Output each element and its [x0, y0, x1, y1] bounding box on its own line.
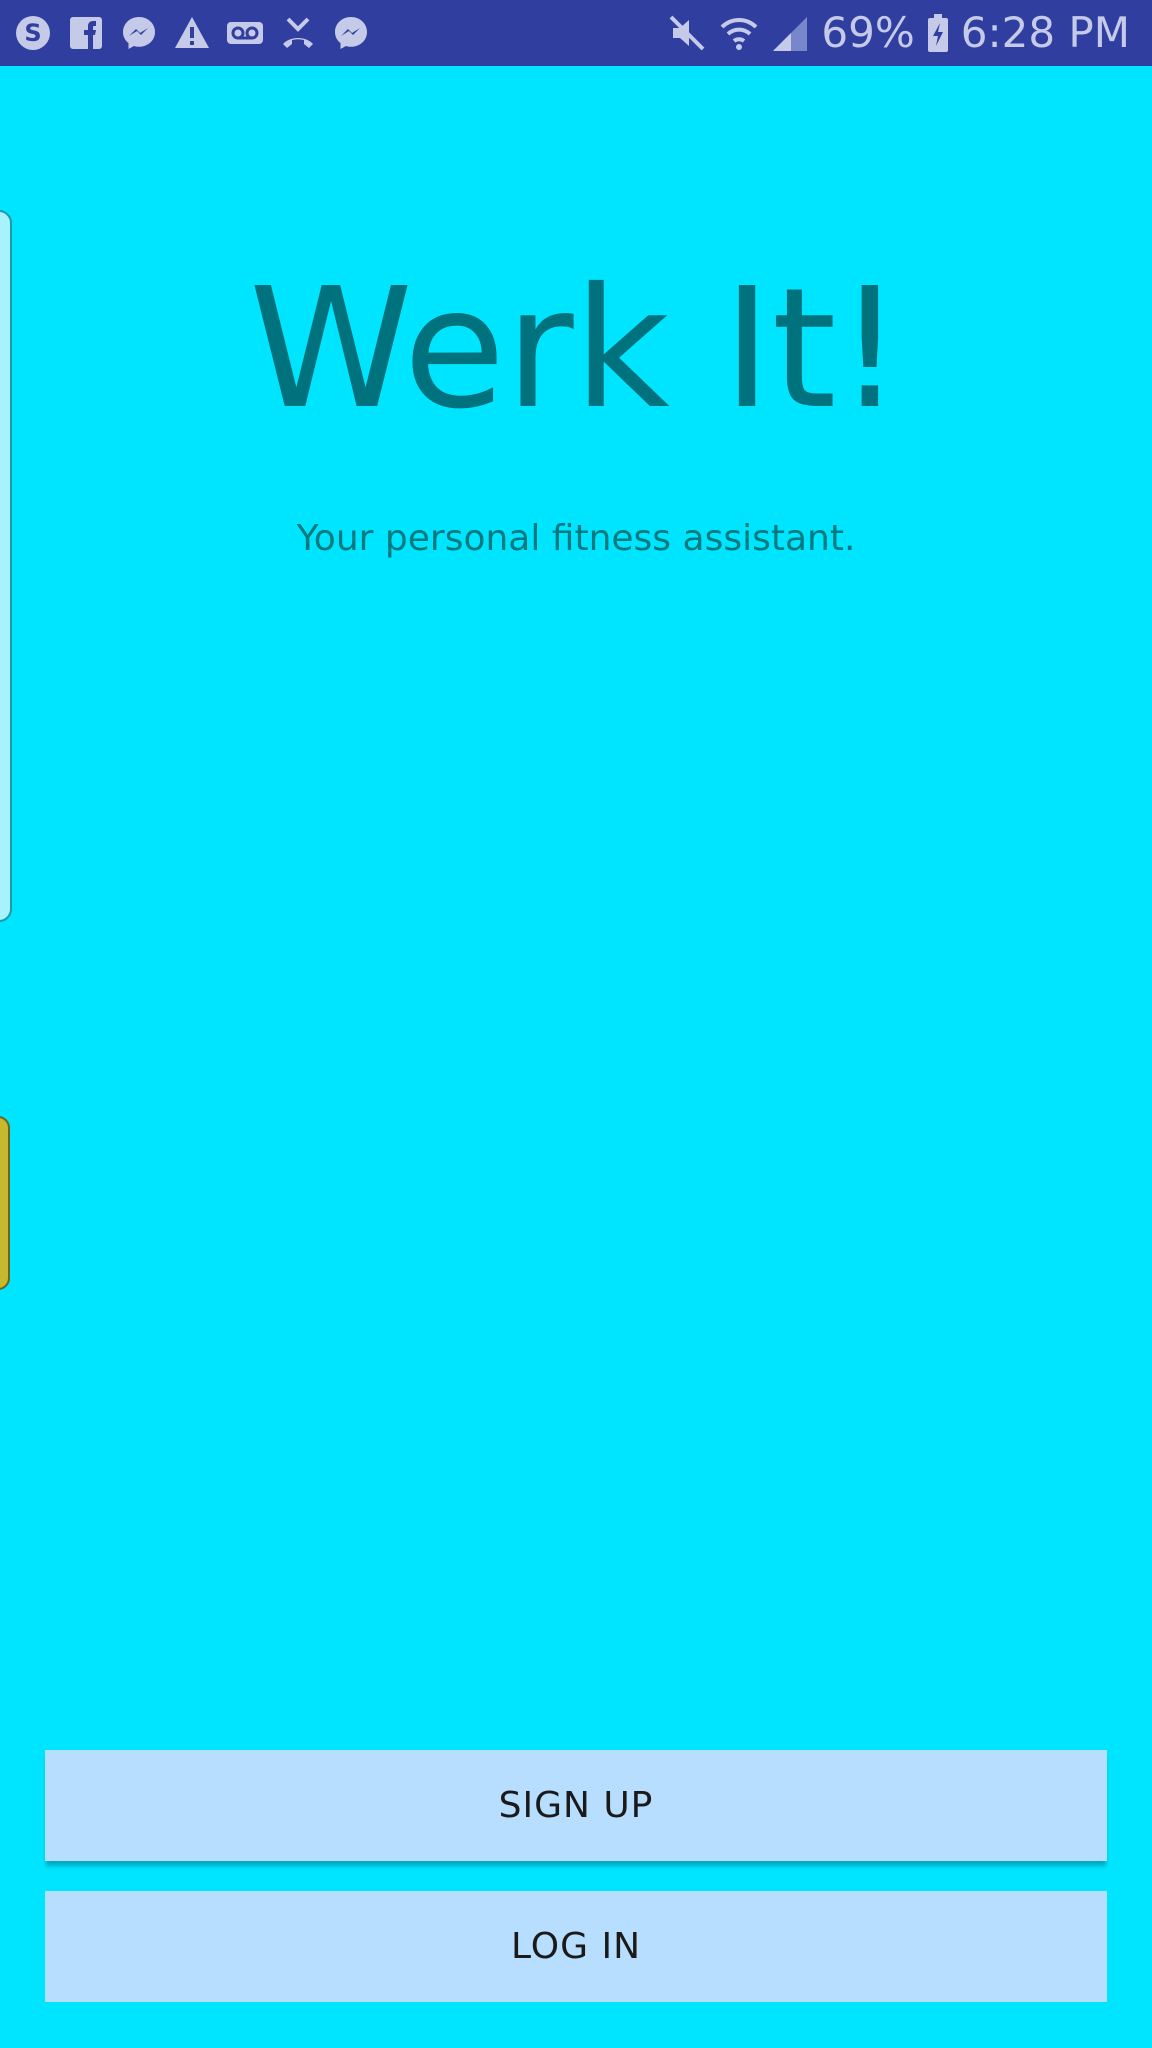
status-bar: S 69% 6:28 PM: [0, 0, 1152, 66]
svg-text:S: S: [24, 19, 41, 47]
welcome-screen: Werk It! Your personal fitness assistant…: [0, 66, 1152, 2048]
app-subtitle: Your personal fitness assistant.: [296, 518, 856, 559]
skype-icon: S: [14, 14, 52, 52]
edge-handle-yellow[interactable]: [0, 1116, 10, 1290]
signal-icon: [771, 13, 809, 53]
edge-panel-handle[interactable]: [0, 210, 12, 922]
battery-charging-icon: [927, 13, 949, 53]
notification-icons: S: [14, 10, 370, 56]
battery-percent: 69%: [821, 8, 915, 57]
clock: 6:28 PM: [960, 8, 1130, 57]
messenger-icon: [120, 14, 158, 52]
app-title: Werk It!: [248, 253, 904, 446]
wifi-icon: [719, 13, 759, 53]
warning-icon: [173, 14, 211, 52]
missed-call-icon: [279, 14, 317, 52]
sign-up-button[interactable]: SIGN UP: [45, 1750, 1107, 1861]
voicemail-icon: [226, 14, 264, 52]
messenger-icon: [332, 14, 370, 52]
log-in-button[interactable]: LOG IN: [45, 1891, 1107, 2002]
mute-icon: [667, 13, 707, 53]
facebook-icon: [67, 14, 105, 52]
system-status: 69% 6:28 PM: [667, 8, 1130, 58]
